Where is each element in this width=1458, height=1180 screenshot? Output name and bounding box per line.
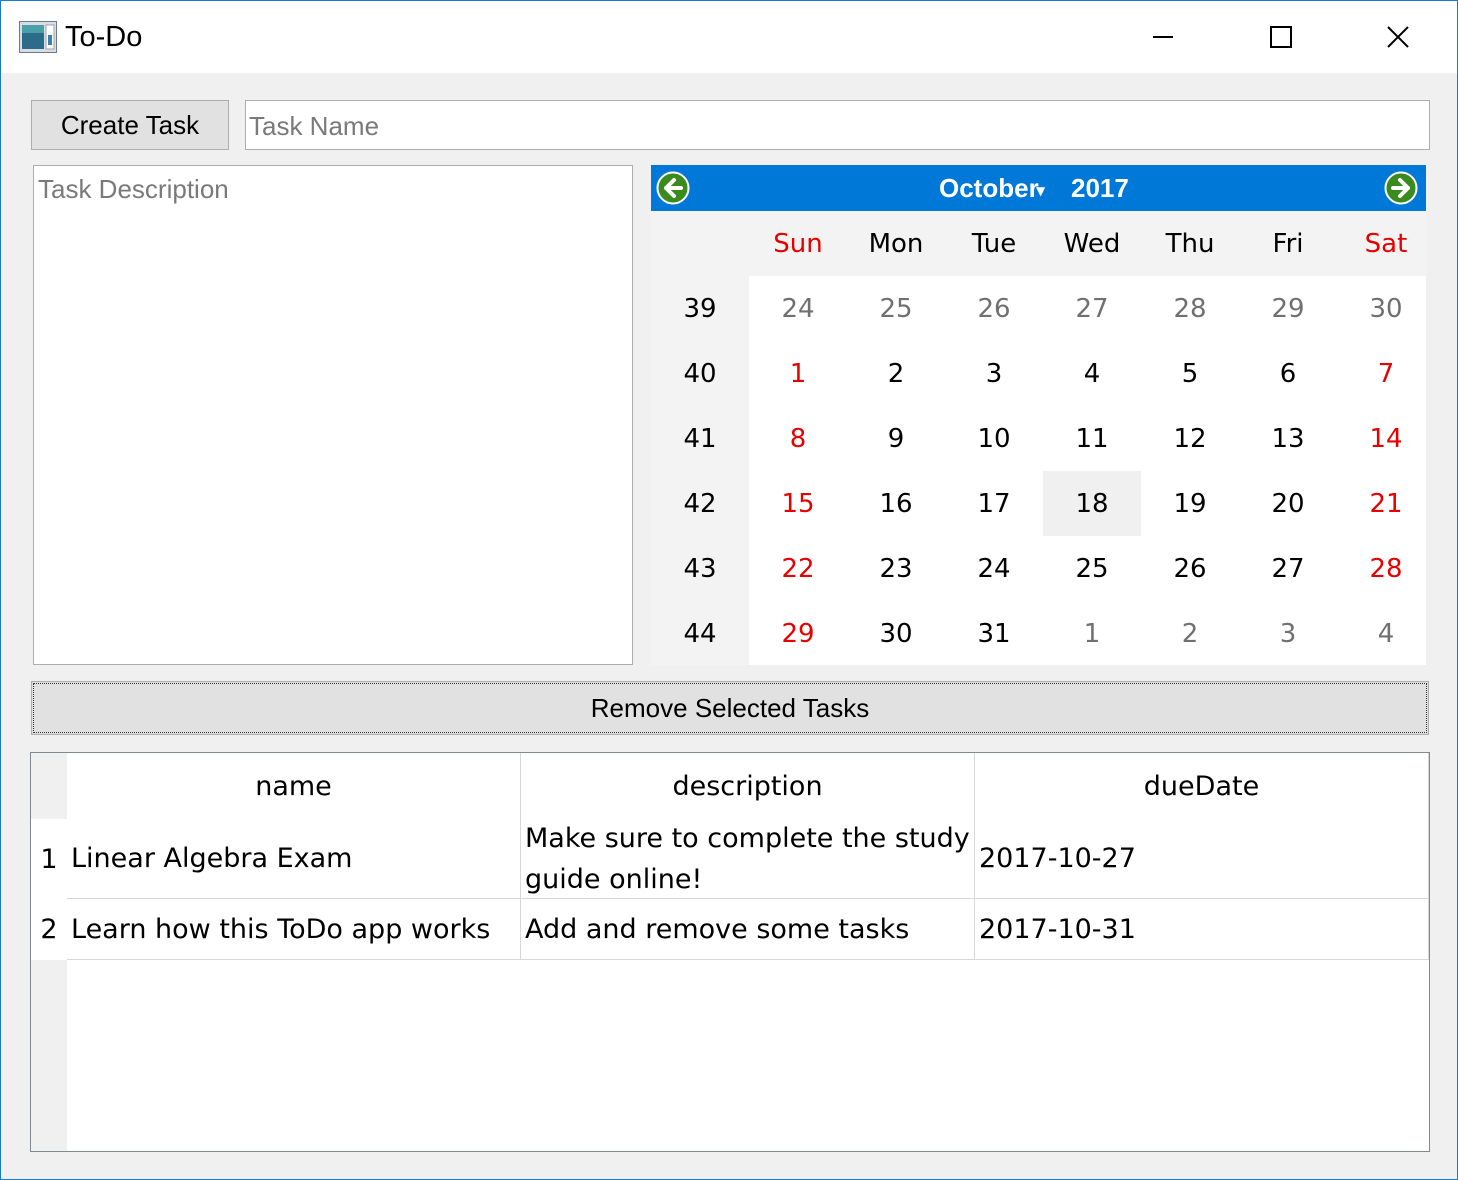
calendar-week-number: 41 xyxy=(683,423,717,454)
window-title: To-Do xyxy=(65,21,143,53)
calendar-day-cell[interactable]: 23 xyxy=(847,536,945,601)
calendar-day-cell[interactable]: 7 xyxy=(1337,341,1435,406)
calendar-day-cell[interactable]: 11 xyxy=(1043,406,1141,471)
table-cell-description[interactable]: Add and remove some tasks xyxy=(521,899,975,960)
calendar-day-name: Thu xyxy=(1165,228,1215,259)
calendar-day-cell[interactable]: 13 xyxy=(1239,406,1337,471)
calendar-nav-bar: October ▼ 2017 xyxy=(651,165,1426,211)
calendar-week-number: 39 xyxy=(683,293,717,324)
calendar-year-selector[interactable]: 2017 xyxy=(1071,173,1129,204)
calendar-day-cell[interactable]: 12 xyxy=(1141,406,1239,471)
calendar-day-cell[interactable]: 17 xyxy=(945,471,1043,536)
calendar-day-cell[interactable]: 31 xyxy=(945,601,1043,666)
calendar-day-cell[interactable]: 1 xyxy=(1043,601,1141,666)
calendar-day-cell[interactable]: 25 xyxy=(1043,536,1141,601)
calendar-day-name: Mon xyxy=(868,228,924,259)
close-button[interactable] xyxy=(1340,1,1456,73)
calendar-day-cell[interactable]: 10 xyxy=(945,406,1043,471)
calendar-day-cell[interactable]: 26 xyxy=(1141,536,1239,601)
calendar-day-cell[interactable]: 21 xyxy=(1337,471,1435,536)
calendar-day-name: Sun xyxy=(773,228,823,259)
calendar-day-cell[interactable]: 27 xyxy=(1043,276,1141,341)
calendar-day-name: Fri xyxy=(1272,228,1304,259)
previous-month-icon[interactable] xyxy=(656,171,690,205)
calendar-day-cell[interactable]: 9 xyxy=(847,406,945,471)
calendar-day-cell[interactable]: 28 xyxy=(1141,276,1239,341)
calendar-day-cell[interactable]: 20 xyxy=(1239,471,1337,536)
calendar-day-cell[interactable]: 26 xyxy=(945,276,1043,341)
calendar-day-cell[interactable]: 3 xyxy=(945,341,1043,406)
calendar-day-cell[interactable]: 27 xyxy=(1239,536,1337,601)
month-dropdown-icon: ▼ xyxy=(1036,184,1046,198)
calendar-day-name: Tue xyxy=(971,228,1017,259)
calendar-week-number: 44 xyxy=(683,618,717,649)
calendar-day-cell[interactable]: 29 xyxy=(749,601,847,666)
calendar-day-cell[interactable]: 15 xyxy=(749,471,847,536)
calendar-day-cell[interactable]: 22 xyxy=(749,536,847,601)
calendar-day-cell[interactable]: 2 xyxy=(847,341,945,406)
calendar-day-cell[interactable]: 28 xyxy=(1337,536,1435,601)
table-cell-duedate[interactable]: 2017-10-31 xyxy=(975,899,1429,960)
next-month-icon[interactable] xyxy=(1384,171,1418,205)
calendar-day-cell[interactable]: 16 xyxy=(847,471,945,536)
calendar-day-cell[interactable]: 30 xyxy=(847,601,945,666)
calendar-week-number: 42 xyxy=(683,488,717,519)
maximize-icon xyxy=(1270,26,1292,48)
calendar-week-number: 40 xyxy=(683,358,717,389)
calendar-day-cell[interactable]: 25 xyxy=(847,276,945,341)
calendar-day-cell[interactable]: 5 xyxy=(1141,341,1239,406)
calendar-day-cell[interactable]: 2 xyxy=(1141,601,1239,666)
calendar-day-cell[interactable]: 4 xyxy=(1043,341,1141,406)
calendar-day-cell[interactable]: 24 xyxy=(749,276,847,341)
calendar-week-number: 43 xyxy=(683,553,717,584)
calendar-day-cell[interactable]: 19 xyxy=(1141,471,1239,536)
calendar-day-cell[interactable]: 1 xyxy=(749,341,847,406)
column-header-description[interactable]: description xyxy=(521,753,975,819)
app-icon xyxy=(19,21,57,53)
minimize-button[interactable] xyxy=(1105,1,1221,73)
app-window: To-Do Create Task Task Name Task Descrip… xyxy=(0,0,1458,1180)
table-cell-name[interactable]: Linear Algebra Exam xyxy=(67,819,521,899)
task-name-input[interactable]: Task Name xyxy=(245,100,1430,150)
row-header[interactable]: 2 xyxy=(31,899,67,960)
calendar-day-cell[interactable]: 30 xyxy=(1337,276,1435,341)
calendar-widget: October ▼ 2017 Sun Mon Tue Wed Thu Fri Sat 39 24… xyxy=(651,165,1426,665)
task-description-input[interactable]: Task Description xyxy=(33,165,633,665)
tasks-table: name description dueDate 1 Linear Algebra Ex… xyxy=(30,752,1430,1152)
column-header-duedate[interactable]: dueDate xyxy=(975,753,1429,819)
calendar-day-cell[interactable]: 24 xyxy=(945,536,1043,601)
title-bar[interactable]: To-Do xyxy=(1,1,1457,73)
table-cell-name[interactable]: Learn how this ToDo app works xyxy=(67,899,521,960)
calendar-day-cell[interactable]: 4 xyxy=(1337,601,1435,666)
calendar-day-cell[interactable]: 18 xyxy=(1043,471,1141,536)
calendar-month-selector[interactable]: October xyxy=(939,173,1039,204)
table-cell-duedate[interactable]: 2017-10-27 xyxy=(975,819,1429,899)
remove-selected-tasks-button[interactable]: Remove Selected Tasks xyxy=(31,681,1429,735)
row-header[interactable]: 1 xyxy=(31,819,67,899)
calendar-day-name: Wed xyxy=(1063,228,1121,259)
minimize-icon xyxy=(1153,36,1173,38)
column-header-name[interactable]: name xyxy=(67,753,521,819)
calendar-day-cell[interactable]: 29 xyxy=(1239,276,1337,341)
calendar-day-cell[interactable]: 8 xyxy=(749,406,847,471)
create-task-button[interactable]: Create Task xyxy=(31,100,229,150)
close-icon xyxy=(1387,26,1409,48)
calendar-day-cell[interactable]: 3 xyxy=(1239,601,1337,666)
table-cell-description[interactable]: Make sure to complete the study guide on… xyxy=(521,819,975,899)
calendar-day-name: Sat xyxy=(1364,228,1408,259)
calendar-day-cell[interactable]: 6 xyxy=(1239,341,1337,406)
calendar-day-cell[interactable]: 14 xyxy=(1337,406,1435,471)
maximize-button[interactable] xyxy=(1223,1,1339,73)
